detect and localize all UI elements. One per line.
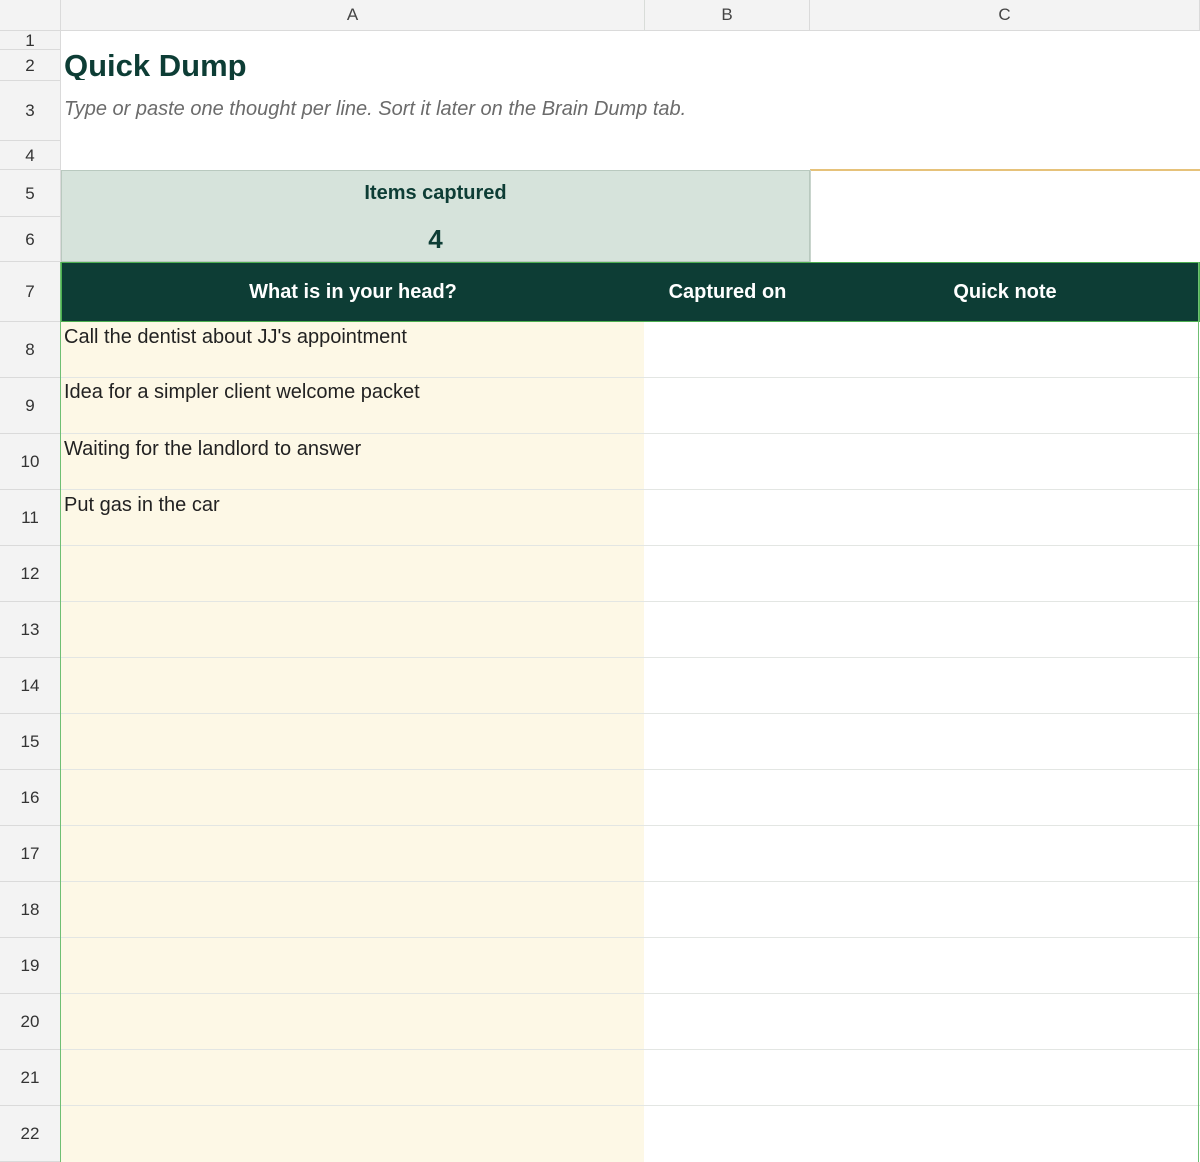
sheet-title[interactable]: Quick Dump (64, 48, 247, 80)
row-header-1[interactable]: 1 (0, 31, 61, 50)
table-border-right (1198, 262, 1199, 1162)
grid-hline (61, 489, 1200, 490)
list-item[interactable]: Idea for a simpler client welcome packet (64, 381, 420, 404)
grid-hline (61, 769, 1200, 770)
corner-cell[interactable] (0, 0, 61, 31)
sheet-subtitle[interactable]: Type or paste one thought per line. Sort… (64, 98, 686, 121)
grid-vline-b (644, 0, 645, 31)
accent-divider (810, 169, 1200, 171)
grid-hline (61, 657, 1200, 658)
grid-vline-c (810, 170, 811, 262)
list-item[interactable]: Call the dentist about JJ's appointment (64, 326, 407, 349)
table-border-left (60, 262, 61, 1162)
row-header-8[interactable]: 8 (0, 322, 61, 378)
grid-hline (61, 881, 1200, 882)
row-header-21[interactable]: 21 (0, 1050, 61, 1106)
grid-hline (61, 1049, 1200, 1050)
list-item[interactable]: Waiting for the landlord to answer (64, 438, 361, 461)
grid-hline (61, 937, 1200, 938)
row-header-22[interactable]: 22 (0, 1106, 61, 1162)
header-captured-on[interactable]: Captured on (645, 262, 810, 322)
row-header-6[interactable]: 6 (0, 217, 61, 262)
grid-hline (61, 377, 1200, 378)
list-item[interactable]: Put gas in the car (64, 494, 220, 517)
row-header-14[interactable]: 14 (0, 658, 61, 714)
grid-hline (61, 713, 1200, 714)
column-header-c[interactable]: C (810, 0, 1200, 31)
row-header-5[interactable]: 5 (0, 170, 61, 217)
row-header-17[interactable]: 17 (0, 826, 61, 882)
row-header-16[interactable]: 16 (0, 770, 61, 826)
items-captured-count: 4 (428, 224, 443, 254)
row-header-18[interactable]: 18 (0, 882, 61, 938)
grid-hline (61, 601, 1200, 602)
column-header-b[interactable]: B (645, 0, 810, 31)
grid-hline (61, 825, 1200, 826)
row-header-20[interactable]: 20 (0, 994, 61, 1050)
row-header-10[interactable]: 10 (0, 434, 61, 490)
grid-hline (61, 545, 1200, 546)
grid-hline (61, 1105, 1200, 1106)
column-header-a[interactable]: A (61, 0, 645, 31)
row-header-9[interactable]: 9 (0, 378, 61, 434)
items-captured-label: Items captured (364, 182, 507, 204)
row-header-7[interactable]: 7 (0, 262, 61, 322)
header-what-in-head[interactable]: What is in your head? (61, 262, 645, 322)
row-header-3[interactable]: 3 (0, 81, 61, 141)
row-header-11[interactable]: 11 (0, 490, 61, 546)
grid-hline (61, 433, 1200, 434)
grid-hline (61, 993, 1200, 994)
row-header-19[interactable]: 19 (0, 938, 61, 994)
row-header-4[interactable]: 4 (0, 141, 61, 170)
row-header-12[interactable]: 12 (0, 546, 61, 602)
row-header-13[interactable]: 13 (0, 602, 61, 658)
header-quick-note[interactable]: Quick note (810, 262, 1200, 322)
row-header-15[interactable]: 15 (0, 714, 61, 770)
row-header-2[interactable]: 2 (0, 50, 61, 81)
